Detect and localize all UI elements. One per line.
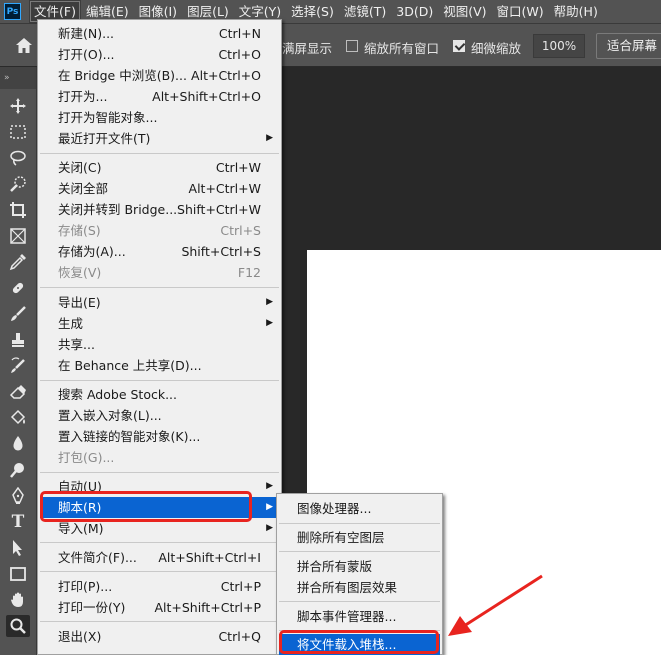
submenu-arrow-icon: ▶	[266, 318, 273, 328]
annotation-arrow-icon	[448, 574, 543, 636]
scrubby-zoom-checkbox[interactable]	[453, 40, 465, 52]
menu-separator	[40, 472, 279, 473]
submenu-item-flatten-all-masks[interactable]: 拼合所有蒙版	[279, 556, 440, 577]
menu-item-search-adobe-stock[interactable]: 搜索 Adobe Stock...	[40, 384, 279, 405]
zoom-tool-icon[interactable]	[6, 615, 30, 637]
menu-item-package[interactable]: 打包(G)...	[40, 447, 279, 468]
menu-window[interactable]: 窗口(W)	[492, 0, 549, 23]
history-brush-tool-icon[interactable]	[6, 355, 30, 377]
submenu-item-script-events-manager[interactable]: 脚本事件管理器...	[279, 606, 440, 627]
menu-separator	[279, 601, 440, 602]
file-menu-dropdown: 新建(N)... Ctrl+N 打开(O)... Ctrl+O 在 Bridge 中…	[37, 19, 282, 655]
menu-item-place-linked[interactable]: 置入链接的智能对象(K)...	[40, 426, 279, 447]
hand-tool-icon[interactable]	[6, 589, 30, 611]
submenu-item-image-processor[interactable]: 图像处理器...	[279, 498, 440, 519]
menu-item-close[interactable]: 关闭(C) Ctrl+W	[40, 157, 279, 178]
menu-item-exit[interactable]: 退出(X) Ctrl+Q	[40, 626, 279, 647]
rectangle-tool-icon[interactable]	[6, 563, 30, 585]
submenu-arrow-icon: ▶	[266, 133, 273, 143]
home-icon[interactable]	[14, 36, 34, 56]
type-tool-icon[interactable]: T	[6, 511, 30, 533]
menu-separator	[279, 523, 440, 524]
menu-separator	[40, 621, 279, 622]
path-select-tool-icon[interactable]	[6, 537, 30, 559]
menu-view[interactable]: 视图(V)	[438, 0, 491, 23]
submenu-arrow-icon: ▶	[266, 297, 273, 307]
annotation-highlight-scripts	[40, 491, 252, 522]
marquee-tool-icon[interactable]	[6, 121, 30, 143]
eyedropper-tool-icon[interactable]	[6, 251, 30, 273]
menu-item-print[interactable]: 打印(P)... Ctrl+P	[40, 576, 279, 597]
zoom-all-windows-label: 缩放所有窗口	[364, 41, 440, 56]
menu-item-revert[interactable]: 恢复(V) F12	[40, 262, 279, 283]
menu-item-save[interactable]: 存储(S) Ctrl+S	[40, 220, 279, 241]
clone-stamp-tool-icon[interactable]	[6, 329, 30, 351]
menu-select[interactable]: 选择(S)	[286, 0, 339, 23]
menu-separator	[40, 542, 279, 543]
fit-screen-button[interactable]: 适合屏幕	[596, 33, 661, 59]
scrubby-zoom-label: 细微缩放	[471, 41, 522, 56]
menu-separator	[40, 287, 279, 288]
blur-tool-icon[interactable]	[6, 433, 30, 455]
menu-separator	[40, 153, 279, 154]
menu-item-recent-files[interactable]: 最近打开文件(T) ▶	[40, 128, 279, 149]
submenu-arrow-icon: ▶	[266, 502, 273, 512]
menu-item-print-one-copy[interactable]: 打印一份(Y) Alt+Shift+Ctrl+P	[40, 597, 279, 618]
lasso-tool-icon[interactable]	[6, 147, 30, 169]
menu-item-browse-in-bridge[interactable]: 在 Bridge 中浏览(B)... Alt+Ctrl+O	[40, 65, 279, 86]
menu-item-close-all[interactable]: 关闭全部 Alt+Ctrl+W	[40, 178, 279, 199]
brush-tool-icon[interactable]	[6, 303, 30, 325]
eraser-tool-icon[interactable]	[6, 381, 30, 403]
menu-filter[interactable]: 滤镜(T)	[339, 0, 391, 23]
paint-bucket-tool-icon[interactable]	[6, 407, 30, 429]
dodge-tool-icon[interactable]	[6, 459, 30, 481]
submenu-item-flatten-layer-effects[interactable]: 拼合所有图层效果	[279, 577, 440, 598]
healing-brush-tool-icon[interactable]	[6, 277, 30, 299]
submenu-arrow-icon: ▶	[266, 523, 273, 533]
menu-item-share[interactable]: 共享...	[40, 334, 279, 355]
menu-item-save-as[interactable]: 存储为(A)... Shift+Ctrl+S	[40, 241, 279, 262]
crop-tool-icon[interactable]	[6, 199, 30, 221]
menu-help[interactable]: 帮助(H)	[549, 0, 603, 23]
menu-separator	[279, 551, 440, 552]
menu-item-new[interactable]: 新建(N)... Ctrl+N	[40, 23, 279, 44]
quick-select-tool-icon[interactable]	[6, 173, 30, 195]
menu-separator	[40, 380, 279, 381]
submenu-item-delete-empty-layers[interactable]: 删除所有空图层	[279, 527, 440, 548]
menu-item-file-info[interactable]: 文件简介(F)... Alt+Shift+Ctrl+I	[40, 547, 279, 568]
menu-item-export[interactable]: 导出(E) ▶	[40, 292, 279, 313]
zoom-all-windows-checkbox[interactable]	[346, 40, 358, 52]
submenu-arrow-icon: ▶	[266, 481, 273, 491]
menu-item-open-as[interactable]: 打开为... Alt+Shift+Ctrl+O	[40, 86, 279, 107]
menu-separator	[40, 571, 279, 572]
photoshop-logo[interactable]: Ps	[4, 3, 21, 20]
move-tool-icon[interactable]	[6, 95, 30, 117]
panel-collapse-icon[interactable]: »	[0, 67, 36, 89]
menu-3d[interactable]: 3D(D)	[391, 0, 438, 23]
menu-item-generate[interactable]: 生成 ▶	[40, 313, 279, 334]
menu-item-open-as-smart-object[interactable]: 打开为智能对象...	[40, 107, 279, 128]
zoom-percent-field[interactable]: 100%	[533, 34, 585, 58]
menu-item-close-go-bridge[interactable]: 关闭并转到 Bridge... Shift+Ctrl+W	[40, 199, 279, 220]
frame-tool-icon[interactable]	[6, 225, 30, 247]
menu-item-share-on-behance[interactable]: 在 Behance 上共享(D)...	[40, 355, 279, 376]
pen-tool-icon[interactable]	[6, 485, 30, 507]
menu-item-open[interactable]: 打开(O)... Ctrl+O	[40, 44, 279, 65]
menu-item-place-embedded[interactable]: 置入嵌入对象(L)...	[40, 405, 279, 426]
tools-panel: » T	[0, 67, 37, 655]
annotation-highlight-load-stack	[279, 630, 439, 654]
fullscreen-label[interactable]: 满屏显示	[282, 38, 332, 57]
